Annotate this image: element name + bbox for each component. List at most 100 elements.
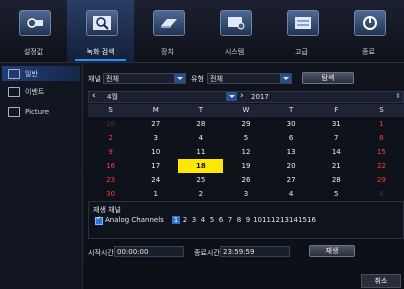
calendar-day[interactable]: 3 <box>223 187 268 201</box>
calendar-day[interactable]: 3 <box>133 131 178 145</box>
month-value: 4월 <box>107 93 118 101</box>
analog-channels-label: Analog Channels <box>105 216 164 224</box>
channel-select[interactable]: 전체 <box>103 73 186 84</box>
calendar-day[interactable]: 20 <box>269 159 314 173</box>
channel-number[interactable]: 1 <box>172 216 180 224</box>
advanced-options-icon <box>287 10 319 36</box>
calendar-day[interactable]: 29 <box>359 173 404 187</box>
calendar-day[interactable]: 5 <box>223 131 268 145</box>
next-month-icon[interactable]: › <box>240 91 244 101</box>
calendar-day[interactable]: 4 <box>269 187 314 201</box>
start-time-input[interactable]: 00:00:00 <box>114 246 184 257</box>
channel-number[interactable]: 16 <box>307 216 316 224</box>
channel-number[interactable]: 14 <box>289 216 298 224</box>
calendar-day[interactable]: 12 <box>223 145 268 159</box>
channel-number[interactable]: 4 <box>199 216 207 224</box>
end-time-value: 23:59:59 <box>223 247 255 256</box>
channel-number[interactable]: 2 <box>181 216 189 224</box>
year-spinner-icon[interactable]: ⬍ <box>395 92 401 100</box>
channel-number[interactable]: 15 <box>298 216 307 224</box>
sidebar-item-event[interactable]: 이벤트 <box>2 84 80 99</box>
sidebar-item-picture[interactable]: Picture <box>2 104 80 119</box>
menu-device[interactable]: 장치 <box>134 0 201 62</box>
search-gear-icon <box>8 68 20 79</box>
type-select[interactable]: 전체 <box>207 73 292 84</box>
active-tab-indicator <box>75 59 126 61</box>
year-value[interactable]: 2017 <box>251 93 269 101</box>
cancel-button[interactable]: 취소 <box>361 274 401 288</box>
channel-number-list: 1 2 3 4 5 6 7 8 9 10 11 12 13 14 15 16 <box>172 216 316 224</box>
calendar-day[interactable]: 6 <box>269 131 314 145</box>
sidebar-item-label: Picture <box>25 107 50 116</box>
calendar-day[interactable]: 21 <box>314 159 359 173</box>
play-button[interactable]: 재생 <box>309 245 355 257</box>
calendar-day[interactable]: 1 <box>133 187 178 201</box>
search-button[interactable]: 탐색 <box>302 72 354 84</box>
calendar-day[interactable]: 2 <box>88 131 133 145</box>
calendar-day[interactable]: 29 <box>223 117 268 131</box>
calendar-day[interactable]: 8 <box>359 131 404 145</box>
calendar-day[interactable]: 27 <box>269 173 314 187</box>
calendar-day[interactable]: 10 <box>133 145 178 159</box>
calendar-day[interactable]: 22 <box>359 159 404 173</box>
calendar-day[interactable]: 6 <box>359 187 404 201</box>
calendar-day[interactable]: 24 <box>133 173 178 187</box>
weekday-label: T <box>198 106 203 114</box>
type-label: 유형 <box>191 75 204 83</box>
channel-number[interactable]: 9 <box>244 216 252 224</box>
menu-label: 설정값 <box>23 48 44 56</box>
channel-number[interactable]: 8 <box>235 216 243 224</box>
calendar-day[interactable]: 1 <box>359 117 404 131</box>
channel-number[interactable]: 10 <box>253 216 262 224</box>
calendar-day[interactable]: 16 <box>88 159 133 173</box>
menu-label: 종료 <box>362 48 375 56</box>
channel-number[interactable]: 11 <box>262 216 271 224</box>
channel-label: 채널 <box>88 75 101 83</box>
calendar-day[interactable]: 7 <box>314 131 359 145</box>
menu-advanced[interactable]: 고급 <box>268 0 335 62</box>
channel-number[interactable]: 7 <box>226 216 234 224</box>
calendar-day[interactable]: 30 <box>269 117 314 131</box>
calendar-day[interactable]: 28 <box>178 117 223 131</box>
calendar-day[interactable]: 9 <box>88 145 133 159</box>
weekday-label: T <box>288 106 294 114</box>
sidebar-item-general[interactable]: 일반 <box>2 66 80 81</box>
calendar-day[interactable]: 25 <box>178 173 223 187</box>
calendar-day[interactable]: 13 <box>269 145 314 159</box>
menu-setup[interactable]: 설정값 <box>0 0 67 62</box>
calendar-day[interactable]: 28 <box>314 173 359 187</box>
menu-system[interactable]: 시스템 <box>201 0 268 62</box>
channel-number[interactable]: 12 <box>271 216 280 224</box>
weekday-header: S M T W T F S <box>88 104 404 117</box>
menu-exit[interactable]: 종료 <box>335 0 402 62</box>
menu-record-search[interactable]: 녹화 검색 <box>67 0 134 62</box>
calendar-day[interactable]: 19 <box>223 159 268 173</box>
calendar-day[interactable]: 5 <box>314 187 359 201</box>
calendar-day[interactable]: 31 <box>314 117 359 131</box>
calendar-day[interactable]: 14 <box>314 145 359 159</box>
month-select[interactable]: 4월 <box>105 92 237 102</box>
calendar-day[interactable]: 4 <box>178 131 223 145</box>
channel-number[interactable]: 3 <box>190 216 198 224</box>
system-settings-icon <box>220 10 252 36</box>
calendar-header: ‹ 4월 › 2017 ⬍ <box>88 91 404 103</box>
channel-number[interactable]: 13 <box>280 216 289 224</box>
prev-month-icon[interactable]: ‹ <box>92 91 96 101</box>
calendar-day[interactable]: 2 <box>178 187 223 201</box>
calendar-day[interactable]: 11 <box>178 145 223 159</box>
calendar-day[interactable]: 26 <box>88 117 133 131</box>
analog-channels-checkbox[interactable] <box>95 215 103 225</box>
weekday-label: S <box>379 106 384 114</box>
end-time-input[interactable]: 23:59:59 <box>220 246 290 257</box>
calendar-day[interactable]: 23 <box>88 173 133 187</box>
calendar-day[interactable]: 15 <box>359 145 404 159</box>
channel-number[interactable]: 5 <box>208 216 216 224</box>
calendar-day[interactable]: 17 <box>133 159 178 173</box>
calendar-day[interactable]: 26 <box>223 173 268 187</box>
calendar-day[interactable]: 18 <box>178 159 224 173</box>
calendar-day[interactable]: 27 <box>133 117 178 131</box>
calendar-day[interactable]: 30 <box>88 187 133 201</box>
channel-number[interactable]: 6 <box>217 216 225 224</box>
playback-channel-box: 재생 채널 Analog Channels 123456789101112131… <box>88 201 404 239</box>
end-time-label: 종료시간 <box>194 249 220 257</box>
